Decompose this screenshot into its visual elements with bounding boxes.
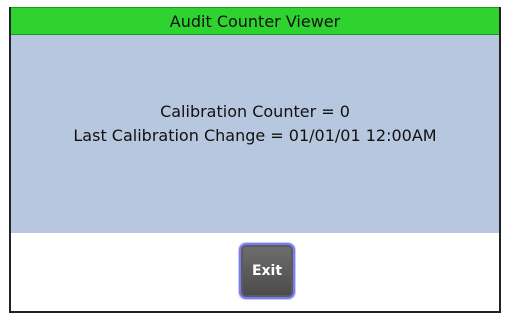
calibration-counter-text: Calibration Counter = 0 xyxy=(160,102,350,121)
window-title: Audit Counter Viewer xyxy=(169,11,341,31)
exit-button[interactable]: Exit xyxy=(239,243,295,299)
audit-counter-window: Audit Counter Viewer Calibration Counter… xyxy=(9,7,501,313)
title-bar: Audit Counter Viewer xyxy=(11,7,499,35)
last-calibration-change-text: Last Calibration Change = 01/01/01 12:00… xyxy=(73,126,437,145)
footer: Exit xyxy=(11,233,499,311)
info-panel: Calibration Counter = 0 Last Calibration… xyxy=(11,35,499,233)
